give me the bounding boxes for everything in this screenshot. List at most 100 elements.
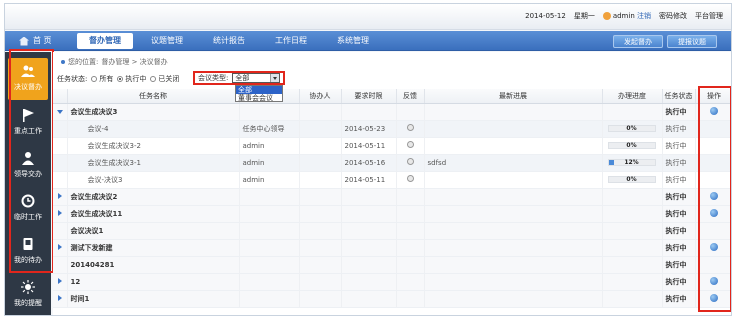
task-name: 12 [70, 277, 81, 286]
tab-system[interactable]: 系统管理 [325, 33, 381, 49]
task-name-cell[interactable]: 会议-4 [67, 120, 240, 138]
expand-cell [53, 137, 68, 155]
feedback-icon[interactable] [406, 124, 414, 131]
status-radio-running[interactable] [117, 76, 124, 82]
expand-cell [53, 256, 68, 274]
expand-arrow-icon[interactable] [57, 277, 62, 284]
deadline-cell: 2014-05-11 [341, 137, 397, 155]
task-name-cell[interactable]: 时间1 [67, 290, 240, 308]
feedback-cell [396, 120, 425, 138]
table-row[interactable]: 会议生成决议3 执行中 [53, 103, 731, 121]
header-latest-progress[interactable]: 最新进展 [424, 89, 603, 104]
chevron-down-icon[interactable] [270, 74, 280, 82]
task-name-cell[interactable]: 会议生成决议3-1 [67, 154, 240, 172]
table-row[interactable]: 会议生成决议3-2 admin 2014-05-11 0% 执行中 [53, 137, 731, 155]
task-name-cell[interactable]: 会议-决议3 [67, 171, 240, 189]
expand-arrow-icon[interactable] [57, 243, 62, 250]
sidebar-item-my-reminders[interactable]: 我的提醒 [8, 274, 48, 315]
task-name-cell[interactable]: 会议决议1 [67, 222, 240, 240]
task-name: 会议生成决议3-1 [87, 158, 141, 167]
deadline-cell [341, 188, 397, 206]
table-row[interactable]: 会议生成决议11 执行中 [53, 205, 731, 223]
co-handler-cell [299, 188, 342, 206]
nav-home[interactable]: 首 页 [19, 31, 52, 51]
table-row[interactable]: 会议生成决议3-1 admin 2014-05-16 sdfsd 12% 执行中 [53, 154, 731, 172]
expand-arrow-icon[interactable] [57, 294, 62, 301]
feedback-cell [396, 171, 425, 189]
expand-arrow-icon[interactable] [57, 209, 62, 216]
status-radio-closed[interactable] [150, 76, 157, 82]
task-name-cell[interactable]: 会议生成决议3-2 [67, 137, 240, 155]
table-row[interactable]: 时间1 执行中 [53, 290, 731, 308]
feedback-cell [396, 154, 425, 172]
submit-topic-button[interactable]: 提报议题 [667, 35, 717, 48]
undertaker-name: admin [242, 175, 265, 184]
task-name-cell[interactable]: 测试下发新建 [67, 239, 240, 257]
task-name-cell[interactable]: 会议生成决议2 [67, 188, 240, 206]
header-deadline[interactable]: 要求时限 [341, 89, 397, 104]
deadline-date: 2014-05-11 [344, 175, 386, 184]
feedback-icon[interactable] [406, 158, 414, 165]
expand-arrow-icon[interactable] [57, 192, 62, 199]
co-handler-cell [299, 239, 342, 257]
collapse-arrow-icon[interactable] [56, 109, 63, 114]
username: admin [612, 12, 635, 20]
breadcrumb-prefix: 您的位置: [68, 58, 99, 66]
undertaker-cell [239, 273, 300, 291]
task-table: 任务名称 承办人 协办人 要求时限 反馈 最新进展 办理进度 任务状态 操作 会… [53, 89, 731, 308]
task-name-cell[interactable]: 会议生成决议11 [67, 205, 240, 223]
user-info: admin 注销 [602, 11, 651, 21]
logout-link[interactable]: 注销 [637, 12, 651, 20]
table-row[interactable]: 会议生成决议2 执行中 [53, 188, 731, 206]
table-row[interactable]: 会议-决议3 admin 2014-05-11 0% 执行中 [53, 171, 731, 189]
tab-schedule[interactable]: 工作日程 [263, 33, 319, 49]
header-progress[interactable]: 办理进度 [602, 89, 663, 104]
expand-cell [53, 154, 68, 172]
progress-text: 0% [626, 125, 637, 132]
progress-cell [602, 290, 663, 308]
header-status[interactable]: 任务状态 [662, 89, 696, 104]
header-task-name[interactable]: 任务名称 [67, 89, 240, 104]
current-date: 2014-05-12 [525, 12, 566, 20]
header-co-handler[interactable]: 协办人 [299, 89, 342, 104]
deadline-cell [341, 239, 397, 257]
tab-supervise[interactable]: 督办管理 [77, 33, 133, 49]
progress-text: 12% [624, 159, 639, 166]
change-password-link[interactable]: 密码修改 [659, 11, 687, 21]
progress-cell [602, 239, 663, 257]
progress-text: 0% [626, 176, 637, 183]
feedback-icon[interactable] [406, 175, 414, 182]
dropdown-option-all[interactable]: 全部 [236, 86, 282, 94]
meeting-type-select[interactable]: 全部 [232, 73, 281, 83]
table-row[interactable]: 会议-4 任务中心领导 2014-05-23 0% 执行中 [53, 120, 731, 138]
header-feedback[interactable]: 反馈 [396, 89, 425, 104]
undertaker-cell [239, 290, 300, 308]
status-cell: 执行中 [662, 273, 696, 291]
status-cell: 执行中 [662, 137, 696, 155]
task-name-cell[interactable]: 会议生成决议3 [67, 103, 240, 121]
status-radio-all[interactable] [91, 76, 98, 82]
feedback-cell [396, 137, 425, 155]
table-row[interactable]: 会议决议1 执行中 [53, 222, 731, 240]
table-row[interactable]: 测试下发新建 执行中 [53, 239, 731, 257]
dropdown-option-board[interactable]: 董事会会议 [236, 94, 282, 102]
latest-progress-cell [424, 171, 603, 189]
undertaker-cell [239, 103, 300, 121]
table-row[interactable]: 201404281 执行中 [53, 256, 731, 274]
undertaker-cell [239, 188, 300, 206]
progress-bar: 0% [607, 125, 656, 132]
deadline-cell [341, 290, 397, 308]
task-name-cell[interactable]: 12 [67, 273, 240, 291]
task-name-cell[interactable]: 201404281 [67, 256, 240, 274]
status-cell: 执行中 [662, 290, 696, 308]
meeting-type-dropdown: 全部 董事会会议 [235, 85, 283, 102]
table-row[interactable]: 12 执行中 [53, 273, 731, 291]
feedback-icon[interactable] [406, 141, 414, 148]
status-filter-label: 任务状态: [57, 75, 88, 83]
deadline-cell [341, 205, 397, 223]
platform-manage-link[interactable]: 平台管理 [695, 11, 723, 21]
tab-topic[interactable]: 议题管理 [139, 33, 195, 49]
start-supervise-button[interactable]: 发起督办 [613, 35, 663, 48]
tab-statistics[interactable]: 统计报告 [201, 33, 257, 49]
undertaker-cell: admin [239, 171, 300, 189]
